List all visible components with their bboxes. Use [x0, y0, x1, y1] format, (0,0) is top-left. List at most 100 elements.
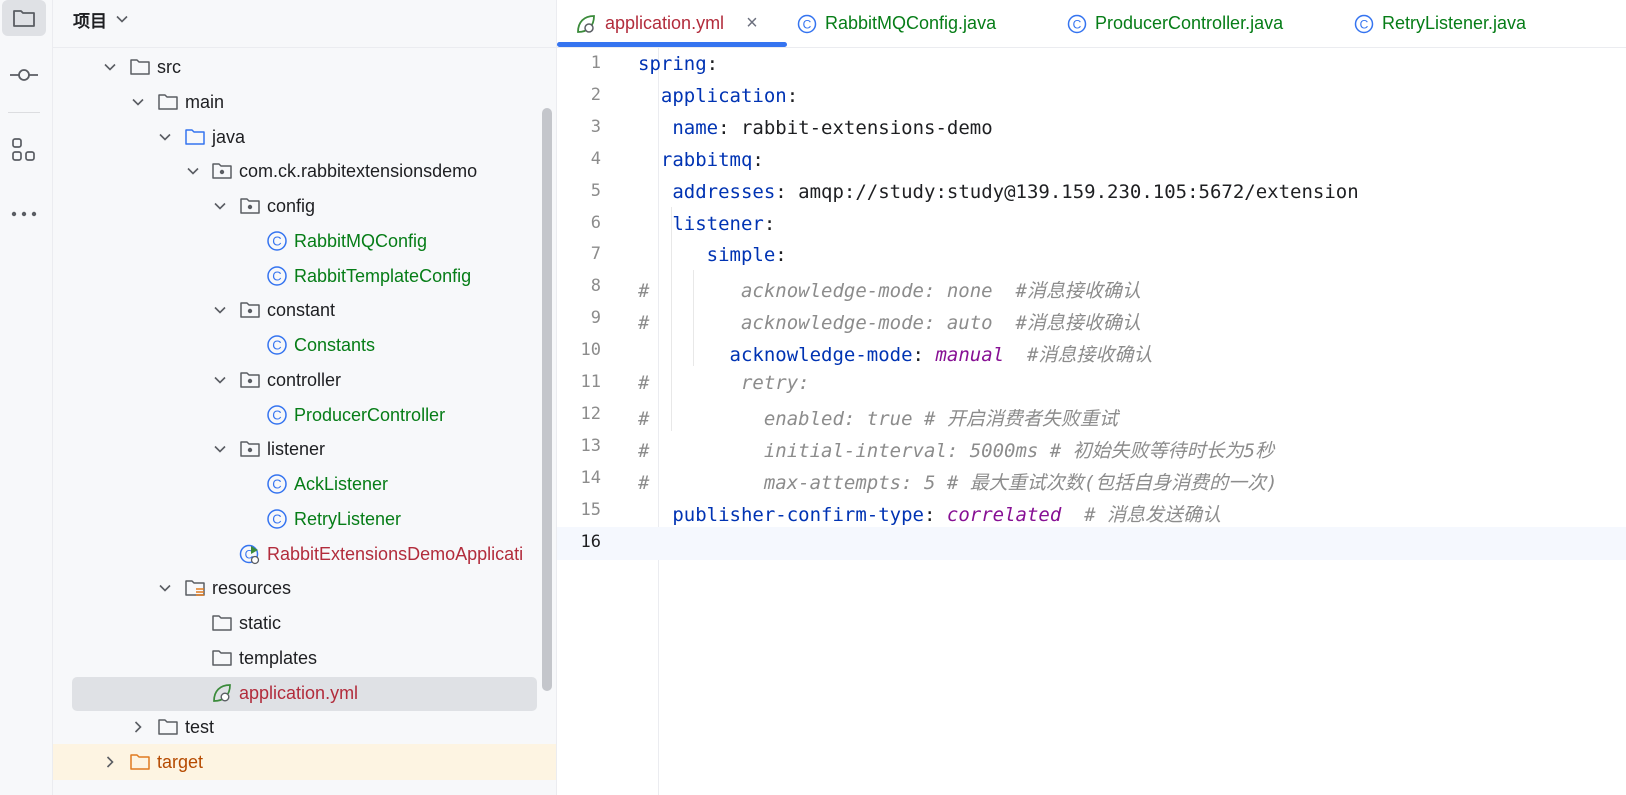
- project-folder-icon[interactable]: [2, 0, 46, 36]
- tree-node-test[interactable]: test: [53, 709, 556, 745]
- chevron-down-icon[interactable]: [211, 371, 229, 389]
- tree-node-label: RetryListener: [294, 509, 402, 529]
- tab-application-yml[interactable]: application.yml ×: [557, 0, 787, 47]
- code-token: spring: [638, 53, 707, 75]
- tree-node-rabbittemplateconfig[interactable]: C RabbitTemplateConfig: [53, 258, 556, 294]
- code-token: # max-attempts: 5 # 最大重试次数(包括自身消费的一次): [638, 472, 1278, 494]
- spring-boot-app-icon: C: [239, 543, 261, 565]
- tree-node-config[interactable]: config: [53, 188, 556, 224]
- tree-node-main[interactable]: main: [53, 84, 556, 120]
- chevron-down-icon[interactable]: [156, 128, 174, 146]
- chevron-right-icon[interactable]: [101, 753, 119, 771]
- tree-node-retrylistener[interactable]: C RetryListener: [53, 501, 556, 537]
- tree-node-target[interactable]: target: [53, 744, 556, 780]
- code-editor[interactable]: 1 spring: 2 application: 3 name: rabbit-ext…: [557, 48, 1626, 795]
- tree-node-acklistener[interactable]: C AckListener: [53, 466, 556, 502]
- code-line[interactable]: 1 spring:: [557, 48, 1626, 81]
- tree-node-label: ProducerController: [294, 405, 446, 425]
- line-number: 6: [590, 213, 601, 233]
- code-line[interactable]: 10 acknowledge-mode: manual #消息接收确认: [557, 335, 1626, 368]
- code-line[interactable]: 7 simple:: [557, 239, 1626, 272]
- code-token: # enabled: true # 开启消费者失败重试: [638, 408, 1118, 430]
- code-token: application: [660, 85, 787, 107]
- tree-node-label: test: [185, 717, 215, 737]
- line-number: 13: [580, 436, 601, 456]
- tree-node-constant[interactable]: constant: [53, 292, 556, 328]
- code-line[interactable]: 14 # max-attempts: 5 # 最大重试次数(包括自身消费的一次): [557, 463, 1626, 496]
- code-line[interactable]: 16: [557, 527, 1626, 560]
- project-panel-header[interactable]: 项目: [73, 0, 129, 38]
- code-line[interactable]: 6 listener:: [557, 208, 1626, 241]
- code-token: # acknowledge-mode: none #消息接收确认: [638, 280, 1141, 302]
- tree-node-label: main: [185, 92, 225, 112]
- code-line[interactable]: 9 # acknowledge-mode: auto #消息接收确认: [557, 303, 1626, 336]
- code-line[interactable]: 3 name: rabbit-extensions-demo: [557, 112, 1626, 145]
- code-token: publisher-confirm-type: [672, 504, 924, 526]
- chevron-down-icon[interactable]: [211, 440, 229, 458]
- tab-producercontroller-java[interactable]: C ProducerController.java: [1067, 0, 1283, 47]
- tree-node-rabbitmqconfig[interactable]: C RabbitMQConfig: [53, 223, 556, 259]
- tree-node-static[interactable]: static: [53, 605, 556, 641]
- chevron-down-icon[interactable]: [211, 301, 229, 319]
- code-text: spring:: [638, 53, 718, 75]
- code-line[interactable]: 5 addresses: amqp://study:study@139.159.…: [557, 176, 1626, 209]
- code-text: addresses: amqp://study:study@139.159.23…: [638, 181, 1359, 203]
- project-panel: 项目 src main java com.ck.rabbitextensionsdem…: [53, 0, 557, 795]
- structure-icon[interactable]: [2, 132, 46, 168]
- code-line[interactable]: 2 application:: [557, 80, 1626, 113]
- class-icon: C: [266, 334, 288, 356]
- code-line[interactable]: 8 # acknowledge-mode: none #消息接收确认: [557, 271, 1626, 304]
- class-icon: C: [1354, 14, 1374, 33]
- tree-node-src[interactable]: src: [53, 49, 556, 85]
- folder-icon: [211, 647, 233, 669]
- tree-node-java[interactable]: java: [53, 119, 556, 155]
- chevron-down-icon[interactable]: [101, 58, 119, 76]
- tree-node-controller[interactable]: controller: [53, 362, 556, 398]
- tab-retrylistener-java[interactable]: C RetryListener.java: [1354, 0, 1526, 47]
- tree-node-resources[interactable]: resources: [53, 570, 556, 606]
- code-line[interactable]: 13 # initial-interval: 5000ms # 初始失败等待时长为…: [557, 431, 1626, 464]
- svg-text:C: C: [803, 17, 812, 31]
- chevron-right-icon[interactable]: [129, 718, 147, 736]
- tree-node-producercontroller[interactable]: C ProducerController: [53, 397, 556, 433]
- tree-scrollbar[interactable]: [542, 108, 552, 691]
- active-tab-indicator: [557, 42, 787, 47]
- chevron-down-icon[interactable]: [184, 162, 202, 180]
- tree-node-rabbitextensionsdemoapplicati[interactable]: C RabbitExtensionsDemoApplicati: [53, 536, 556, 572]
- commit-icon[interactable]: [2, 57, 46, 93]
- class-icon: C: [797, 14, 817, 33]
- code-token: :: [763, 213, 776, 235]
- chevron-down-icon[interactable]: [156, 579, 174, 597]
- svg-text:C: C: [272, 338, 281, 353]
- tree-node-listener[interactable]: listener: [53, 431, 556, 467]
- code-token: # 消息发送确认: [1061, 504, 1222, 526]
- chevron-down-icon: [116, 15, 128, 23]
- tree-node-application-yml[interactable]: application.yml: [53, 675, 556, 711]
- class-icon: C: [1067, 14, 1087, 33]
- code-line[interactable]: 15 publisher-confirm-type: correlated # …: [557, 495, 1626, 528]
- tree-node-constants[interactable]: C Constants: [53, 327, 556, 363]
- tab-rabbitmqconfig-java[interactable]: C RabbitMQConfig.java: [797, 0, 996, 47]
- close-icon[interactable]: ×: [746, 12, 758, 35]
- svg-text:C: C: [272, 512, 281, 527]
- code-token: amqp://study:study@139.159.230.105:5672/…: [798, 181, 1359, 203]
- more-icon[interactable]: [2, 196, 46, 232]
- source-folder-icon: [184, 126, 206, 148]
- tree-node-com-ck-rabbitextensionsdemo[interactable]: com.ck.rabbitextensionsdemo: [53, 153, 556, 189]
- tree-node-label: constant: [267, 300, 336, 320]
- chevron-down-icon[interactable]: [211, 197, 229, 215]
- chevron-down-icon[interactable]: [129, 93, 147, 111]
- tree-node-templates[interactable]: templates: [53, 640, 556, 676]
- code-line[interactable]: 11 # retry:: [557, 367, 1626, 400]
- code-line[interactable]: 4 rabbitmq:: [557, 144, 1626, 177]
- tree-node-label: RabbitMQConfig: [294, 231, 428, 251]
- code-text: simple:: [638, 244, 787, 266]
- code-line[interactable]: 12 # enabled: true # 开启消费者失败重试: [557, 399, 1626, 432]
- tree-node-label: RabbitExtensionsDemoApplicati: [267, 544, 524, 564]
- class-icon: C: [266, 230, 288, 252]
